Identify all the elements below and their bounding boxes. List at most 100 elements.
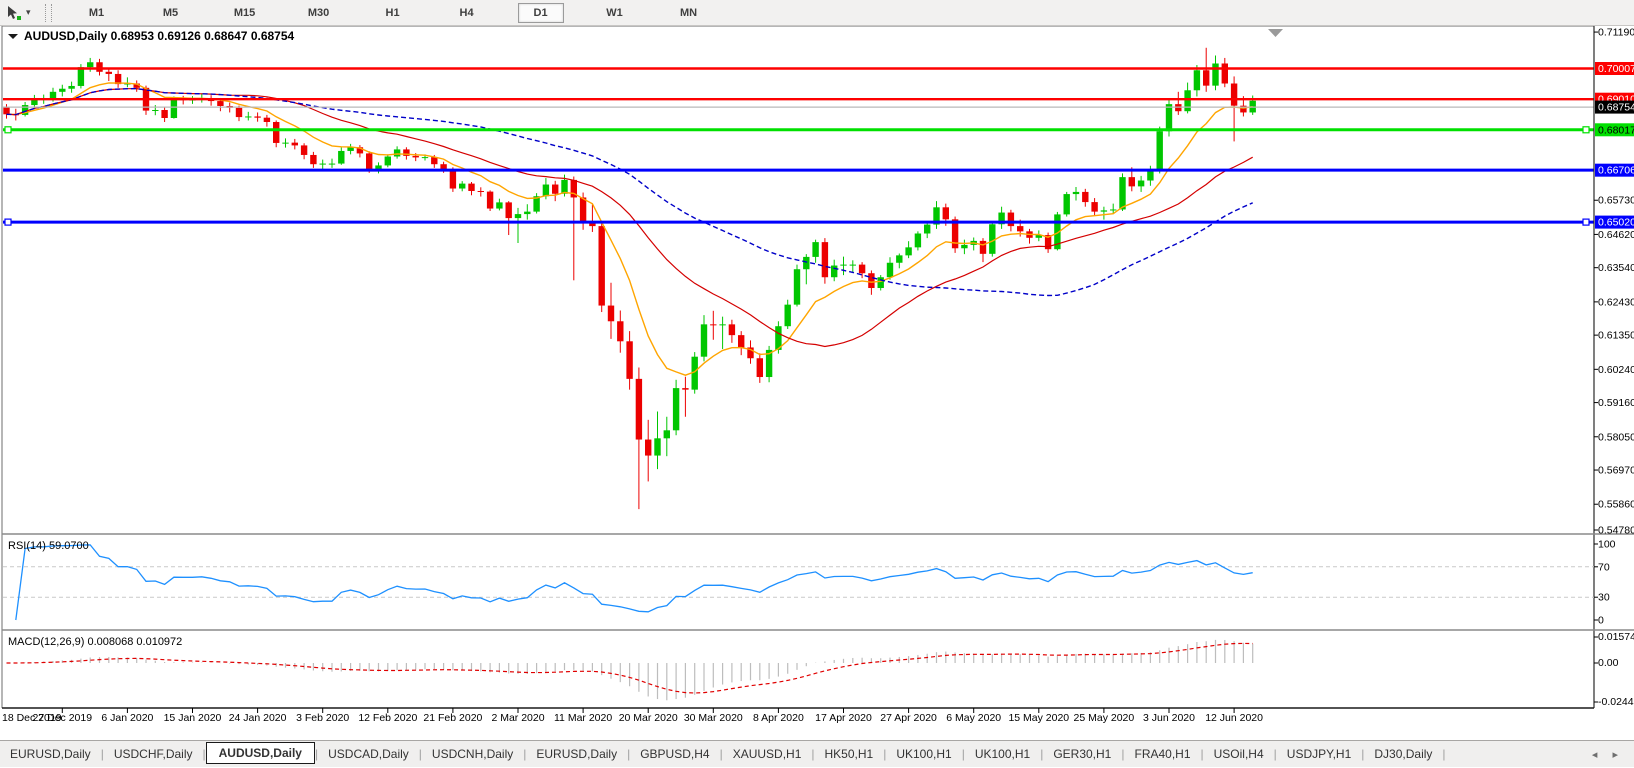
candle [812, 242, 818, 257]
candle [1119, 177, 1125, 209]
chart-tab-ger30-11[interactable]: GER30,H1 [1043, 744, 1121, 764]
candle [468, 184, 474, 191]
candle [915, 233, 921, 247]
candle [682, 388, 688, 390]
timeframe-button-d1[interactable]: D1 [518, 3, 564, 23]
candle [366, 153, 372, 170]
candle [292, 143, 298, 146]
candle [617, 321, 623, 341]
timeframe-button-h4[interactable]: H4 [444, 3, 490, 23]
candle [868, 273, 874, 288]
candle [78, 67, 84, 86]
chart-tab-usdcnh-4[interactable]: USDCNH,Daily [422, 744, 523, 764]
hline-handle[interactable] [5, 219, 11, 225]
candle [1157, 131, 1163, 171]
timeframe-button-m30[interactable]: M30 [296, 3, 342, 23]
candle [636, 379, 642, 440]
candle [822, 242, 828, 277]
timeframe-button-h1[interactable]: H1 [370, 3, 416, 23]
date-label: 25 May 2020 [1074, 712, 1135, 724]
chart-tab-fra40-12[interactable]: FRA40,H1 [1124, 744, 1200, 764]
candle [645, 440, 651, 456]
candle [1147, 171, 1153, 180]
hline-handle[interactable] [1583, 219, 1589, 225]
candle [50, 92, 56, 99]
chart-tab-usdcad-3[interactable]: USDCAD,Daily [318, 744, 419, 764]
candle [980, 241, 986, 254]
candle [1212, 63, 1218, 85]
date-label: 30 Mar 2020 [684, 712, 743, 724]
timeframe-button-m1[interactable]: M1 [74, 3, 120, 23]
candle [1110, 209, 1116, 210]
chart-tab-xauusd-7[interactable]: XAUUSD,H1 [723, 744, 812, 764]
candle [310, 155, 316, 164]
chart-tab-uk100-10[interactable]: UK100,H1 [965, 744, 1040, 764]
timeframe-button-m15[interactable]: M15 [222, 3, 268, 23]
candle [515, 214, 521, 218]
chart-tab-hk50-8[interactable]: HK50,H1 [815, 744, 884, 764]
chart-tab-eurusd-5[interactable]: EURUSD,Daily [526, 744, 627, 764]
cursor-tool-dropdown-icon[interactable]: ▾ [26, 7, 31, 18]
candle [3, 107, 9, 115]
price-tick-label: 0.71190 [1598, 27, 1634, 39]
candle [943, 207, 949, 219]
candle [887, 263, 893, 277]
chart-tabs: EURUSD,Daily|USDCHF,Daily|AUDUSD,Daily|U… [0, 744, 1446, 764]
candle [329, 164, 335, 165]
candle [422, 157, 428, 158]
timeframe-button-mn[interactable]: MN [666, 3, 712, 23]
candle [850, 265, 856, 266]
candle [161, 110, 167, 118]
chart-tab-usdjpy-14[interactable]: USDJPY,H1 [1277, 744, 1361, 764]
candle [338, 151, 344, 164]
price-badge-text: 0.68754 [1598, 102, 1634, 114]
price-badge-text: 0.70007 [1598, 63, 1634, 75]
candle [1231, 83, 1237, 105]
price-tick-label: 0.62430 [1598, 296, 1634, 308]
chart-tab-uk100-9[interactable]: UK100,H1 [886, 744, 961, 764]
price-tick-label: 0.55860 [1598, 499, 1634, 511]
candle [896, 255, 902, 262]
chart-tab-dj30-15[interactable]: DJ30,Daily [1364, 744, 1442, 764]
timeframe-button-m5[interactable]: M5 [148, 3, 194, 23]
candle [96, 62, 102, 72]
macd-scale-label: 0.00 [1598, 657, 1619, 669]
candle [1101, 210, 1107, 211]
chart-tab-eurusd-0[interactable]: EURUSD,Daily [0, 744, 101, 764]
price-tick-label: 0.65730 [1598, 195, 1634, 207]
chart-tab-usdchf-1[interactable]: USDCHF,Daily [104, 744, 203, 764]
candle [394, 149, 400, 156]
price-tick-label: 0.56970 [1598, 465, 1634, 477]
chart-canvas[interactable]: 0.711900.657300.646200.635400.624300.613… [0, 0, 1634, 768]
candle [608, 306, 614, 322]
chart-tab-usoil-13[interactable]: USOil,H4 [1204, 744, 1274, 764]
candle [254, 116, 260, 117]
candle [459, 184, 465, 189]
chart-tab-audusd-2[interactable]: AUDUSD,Daily [206, 742, 315, 764]
candle [236, 108, 242, 117]
candle [905, 247, 911, 255]
candle [385, 156, 391, 165]
candle [59, 89, 65, 92]
candle [719, 324, 725, 325]
candle [106, 72, 112, 74]
date-label: 3 Feb 2020 [296, 712, 349, 724]
cursor-tool-button[interactable]: ▾ [0, 0, 37, 25]
timeframe-button-w1[interactable]: W1 [592, 3, 638, 23]
price-tick-label: 0.61350 [1598, 330, 1634, 342]
candle [831, 266, 837, 278]
tab-scroll-arrows[interactable]: ◂ ▸ [1592, 748, 1634, 761]
date-label: 27 Apr 2020 [880, 712, 937, 724]
candle [654, 438, 660, 455]
candle [664, 430, 670, 438]
candle [217, 101, 223, 106]
rsi-scale-label: 100 [1598, 539, 1616, 551]
candle [924, 225, 930, 234]
chart-tab-gbpusd-6[interactable]: GBPUSD,H4 [630, 744, 719, 764]
macd-scale-label: 0.015741 [1598, 631, 1634, 643]
hline-handle[interactable] [1583, 127, 1589, 133]
macd-label: MACD(12,26,9) 0.008068 0.010972 [8, 636, 182, 648]
date-label: 6 May 2020 [946, 712, 1001, 724]
chart-cursor-icon [6, 5, 22, 21]
hline-handle[interactable] [5, 127, 11, 133]
